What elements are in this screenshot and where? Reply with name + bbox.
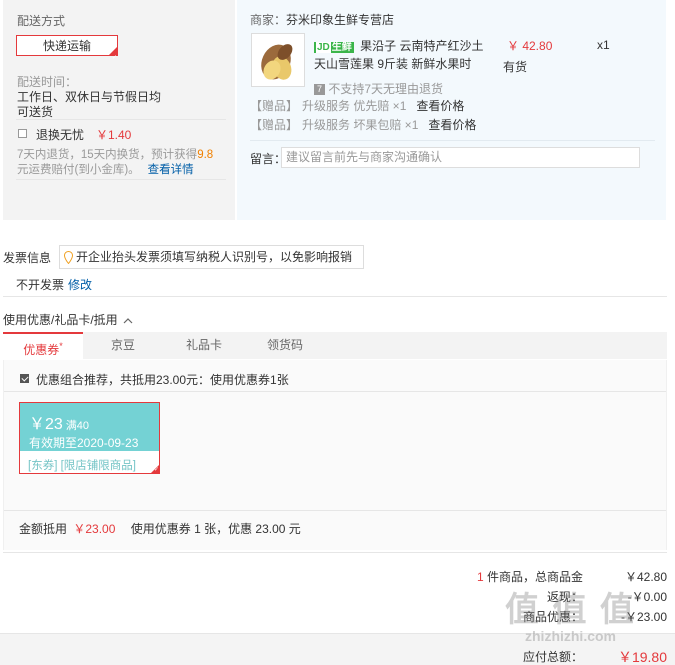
tab-gift-card[interactable]: 礼品卡: [163, 332, 245, 359]
tab-coupon[interactable]: 优惠券*: [3, 332, 83, 359]
delivery-time-value-2: 可送货: [17, 105, 54, 119]
divider: [4, 391, 666, 392]
product-qty: x1: [597, 38, 610, 52]
gift-price-link-1[interactable]: 查看价格: [416, 99, 464, 113]
discount-title: 使用优惠/礼品卡/抵用: [3, 313, 118, 327]
selected-check-icon: [109, 47, 117, 68]
product-image[interactable]: [251, 33, 305, 87]
insurance-payout: 9.8: [197, 149, 214, 161]
product-title-1[interactable]: JD 生鲜 果沿子 云南特产红沙土: [314, 37, 483, 54]
coupon-scope: [东券] [限店铺限商品]: [28, 460, 136, 472]
discount-summary-amount: ￥23.00: [73, 522, 116, 536]
message-input[interactable]: 建议留言前先与商家沟通确认: [281, 147, 640, 168]
chevron-up-icon: [123, 318, 133, 324]
discount-toggle[interactable]: 使用优惠/礼品卡/抵用: [3, 311, 133, 328]
insurance-detail-link[interactable]: 查看详情: [148, 164, 194, 176]
insurance-price: ￥1.40: [96, 128, 132, 142]
payable-label: 应付总额：: [522, 650, 583, 664]
insurance-checkbox[interactable]: [18, 129, 27, 138]
product-stock: 有货: [503, 60, 528, 74]
gift-row-1: 【赠品】 升级服务 优先赔 ×1 查看价格: [250, 99, 465, 113]
insurance-desc-2: 元运费赔付(到小金库)。 查看详情: [17, 164, 194, 176]
location-pin-icon: [64, 251, 73, 264]
insurance-desc-1: 7天内退货，15天内换货，预计获得9.8: [17, 149, 214, 161]
shipping-method-button[interactable]: 快递运输: [16, 35, 118, 68]
divider: [16, 179, 226, 180]
invoice-status: 不开发票: [16, 278, 65, 292]
product-price: ￥ 42.80: [507, 39, 553, 53]
discount-summary: 金额抵用 ￥23.00 使用优惠券 1 张，优惠 23.00 元: [19, 522, 301, 536]
recommend-text: 优惠组合推荐，共抵用23.00元：使用优惠券1张: [36, 373, 289, 387]
yacon-fruit-icon: [261, 44, 293, 80]
coupon-value: ￥23 满40: [29, 416, 90, 433]
tab-redeem-code[interactable]: 领货码: [245, 332, 325, 359]
fresh-tag: JD 生鲜: [314, 42, 354, 53]
shop-header: 商家：芬米印象生鲜专营店: [250, 13, 395, 27]
gift-price-link-2[interactable]: 查看价格: [428, 118, 476, 132]
divider: [16, 119, 226, 120]
coupon-card[interactable]: ￥23 满40 有效期至2020-09-23 [东券] [限店铺限商品]: [19, 402, 160, 474]
divider: [3, 296, 667, 297]
divider: [250, 140, 655, 141]
coupon-selected-icon: [151, 465, 159, 473]
invoice-edit-link[interactable]: 修改: [68, 278, 92, 292]
shop-panel: 商家：芬米印象生鲜专营店 JD 生鲜 果沿子 云南特产红沙土 天山雪莲果 9斤装 …: [237, 0, 666, 220]
invoice-tip-text: 开企业抬头发票须填写纳税人识别号，以免影响报销: [76, 250, 353, 264]
recommend-checkbox[interactable]: [20, 374, 29, 383]
tab-jingdou[interactable]: 京豆: [83, 332, 163, 359]
coupon-face: ￥23 满40 有效期至2020-09-23: [20, 403, 159, 451]
shop-name[interactable]: 芬米印象生鲜专营店: [286, 13, 394, 27]
invoice-status-row: 不开发票 修改: [16, 276, 92, 293]
no-return-icon: 7: [314, 84, 325, 96]
shipping-method-label: 快递运输: [42, 39, 91, 53]
divider: [4, 510, 666, 511]
insurance-label: 退换无忧: [36, 128, 85, 142]
coupon-area: 优惠组合推荐，共抵用23.00元：使用优惠券1张 ￥23 满40 有效期至2020…: [3, 360, 667, 550]
no-return-notice: 7 不支持7天无理由退货: [314, 80, 443, 97]
shipping-panel: 配送方式 快递运输 配送时间： 工作日、双休日与节假日均 可送货 退换无忧 ￥1…: [3, 0, 235, 220]
divider: [3, 552, 667, 553]
product-title-2[interactable]: 天山雪莲果 9斤装 新鲜水果时: [314, 55, 471, 72]
watermark-logo: 值 值 值: [505, 591, 636, 629]
gift-row-2: 【赠品】 升级服务 坏果包赔 ×1 查看价格: [250, 118, 477, 132]
invoice-title: 发票信息: [3, 251, 52, 265]
shipping-title: 配送方式: [17, 14, 66, 28]
payable-value: ￥19.80: [617, 649, 667, 665]
watermark-url: zhizhizhi.com: [525, 628, 616, 644]
coupon-expiry: 有效期至2020-09-23: [29, 436, 139, 450]
invoice-tip: 开企业抬头发票须填写纳税人识别号，以免影响报销: [59, 245, 364, 269]
